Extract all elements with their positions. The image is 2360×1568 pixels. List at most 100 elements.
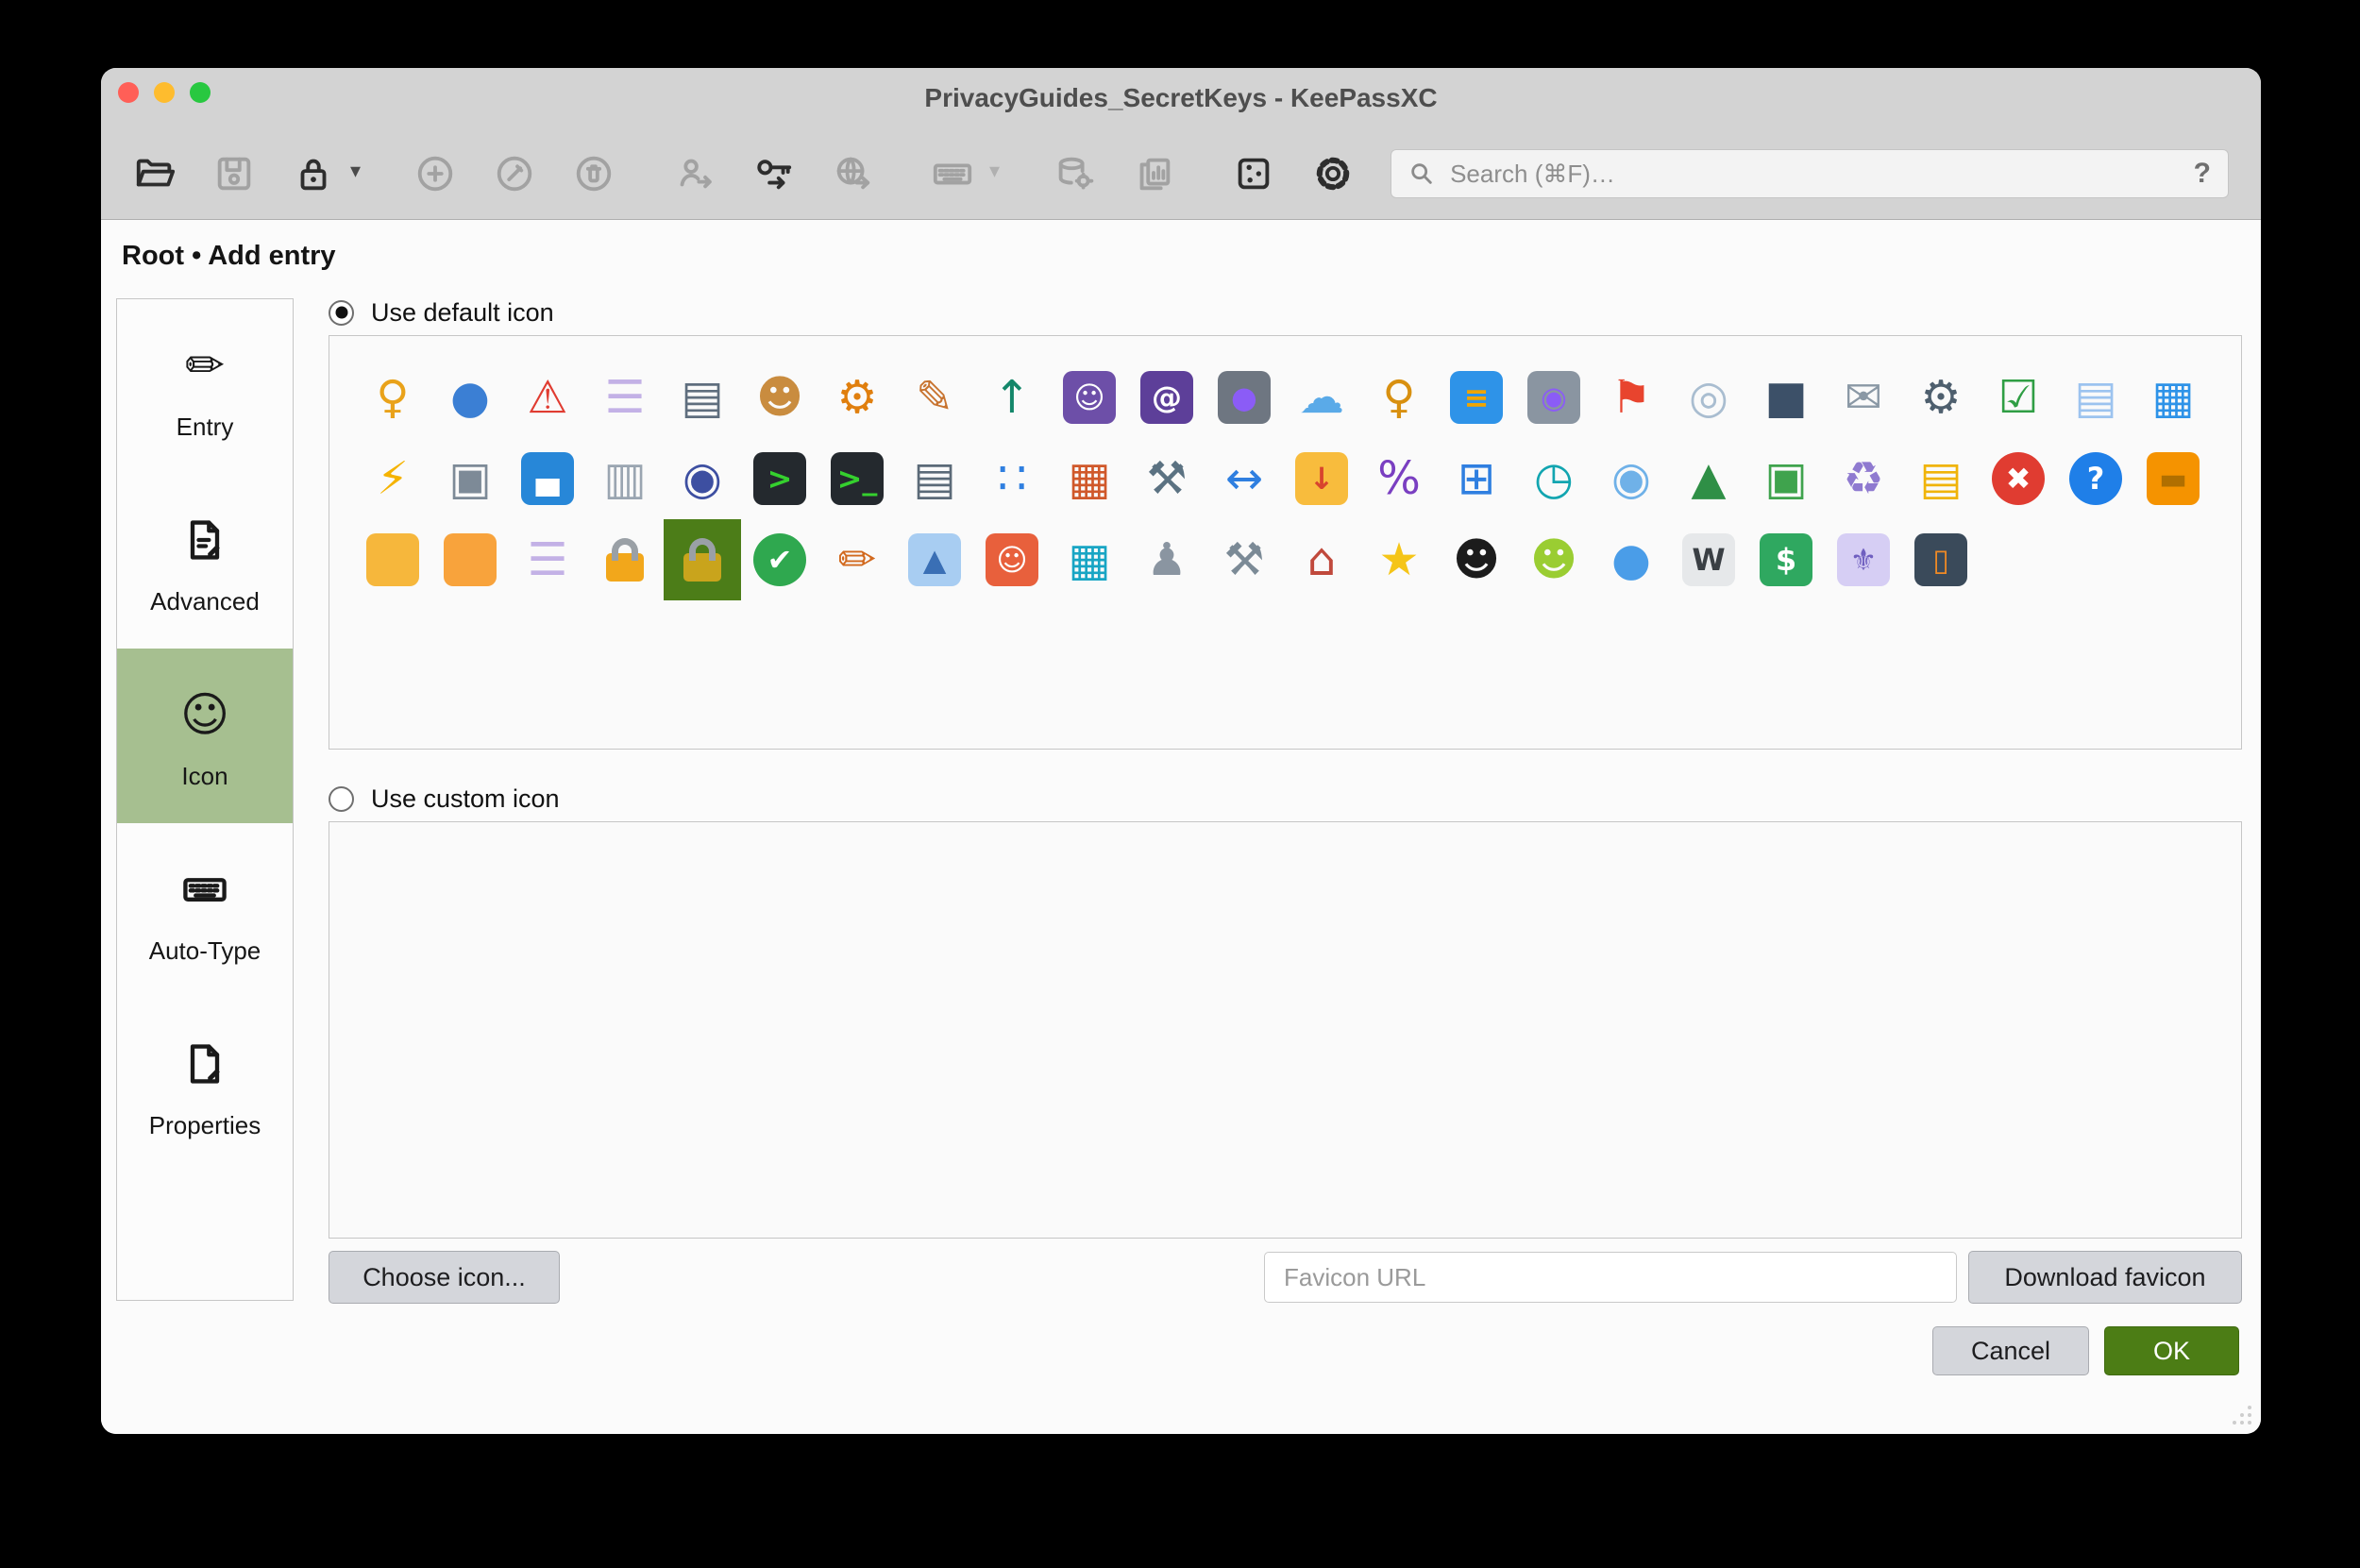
grid-icon-firewall[interactable]: ▦ [1051, 438, 1128, 519]
grid-icon-remote-desktop[interactable]: ↔ [1205, 438, 1283, 519]
grid-icon-package[interactable]: ▬ [2134, 438, 2212, 519]
grid-icon-recycle-bin[interactable]: ♻ [1825, 438, 1902, 519]
grid-icon-search[interactable]: ◉ [1593, 438, 1670, 519]
grid-icon-picture[interactable]: ▲ [896, 519, 973, 600]
edit-entry-button[interactable] [493, 152, 536, 195]
grid-icon-bookmark[interactable]: ⚑ [1593, 357, 1670, 438]
grid-icon-safe[interactable]: ▣ [431, 438, 509, 519]
grid-icon-lock[interactable] [664, 519, 741, 600]
grid-icon-star[interactable]: ★ [1360, 519, 1438, 600]
grid-icon-user[interactable]: ☻ [741, 357, 818, 438]
search-help-icon[interactable]: ? [2194, 158, 2211, 190]
sidebar-item-entry[interactable]: ✏ Entry [117, 299, 293, 474]
grid-icon-keyring[interactable]: ♀ [1360, 357, 1438, 438]
grid-icon-android[interactable]: ☻ [1515, 519, 1593, 600]
grid-icon-identity-card[interactable]: ☺ [1051, 357, 1128, 438]
radio-selected-icon[interactable] [329, 300, 354, 326]
grid-icon-warning[interactable]: ⚠ [509, 357, 586, 438]
grid-icon-folder-open[interactable] [431, 519, 509, 600]
database-settings-button[interactable] [1053, 152, 1096, 195]
sidebar-item-icon[interactable]: ☺ Icon [117, 649, 293, 823]
sidebar-item-properties[interactable]: Properties [117, 998, 293, 1172]
grid-icon-envelope[interactable]: ✉ [1825, 357, 1902, 438]
grid-icon-document[interactable]: ▤ [2057, 357, 2134, 438]
grid-icon-table[interactable]: ▦ [1051, 519, 1128, 600]
sidebar-item-autotype[interactable]: Auto-Type [117, 823, 293, 998]
grid-icon-pencil[interactable]: ✏ [818, 519, 896, 600]
use-custom-icon-radio[interactable]: Use custom icon [329, 782, 560, 816]
perform-autotype-button[interactable] [931, 152, 974, 195]
grid-icon-movie[interactable]: ◉ [664, 438, 741, 519]
grid-icon-help[interactable]: ? [2057, 438, 2134, 519]
grid-icon-server-key[interactable]: ☰ [509, 519, 586, 600]
grid-icon-windows[interactable]: ⊞ [1438, 438, 1515, 519]
autotype-dropdown-caret[interactable]: ▾ [989, 159, 1000, 183]
resize-grip[interactable] [2248, 1421, 2251, 1425]
grid-icon-tux[interactable]: ☻ [1438, 519, 1515, 600]
grid-icon-server-shield[interactable]: ☰ [586, 357, 664, 438]
grid-icon-floppy[interactable]: ▄ [509, 438, 586, 519]
application-settings-button[interactable] [1311, 152, 1355, 195]
grid-icon-scenery[interactable]: ▲ [1670, 438, 1747, 519]
grid-icon-plug[interactable]: ≡ [1438, 357, 1515, 438]
grid-icon-folder[interactable] [354, 519, 431, 600]
reports-button[interactable] [1132, 152, 1175, 195]
grid-icon-upload-arrow[interactable]: ↑ [973, 357, 1051, 438]
add-entry-button[interactable] [413, 152, 457, 195]
grid-icon-home[interactable]: ⌂ [1283, 519, 1360, 600]
grid-icon-browser-window[interactable]: ▦ [2134, 357, 2212, 438]
grid-icon-disc[interactable]: ◎ [1670, 357, 1747, 438]
save-database-button[interactable] [212, 152, 256, 195]
grid-icon-address-book[interactable]: ☺ [973, 519, 1051, 600]
ok-button[interactable]: OK [2104, 1326, 2239, 1375]
grid-icon-presenter[interactable]: ♟ [1128, 519, 1205, 600]
grid-icon-network-diagram[interactable]: ∷ [973, 438, 1051, 519]
use-default-icon-radio[interactable]: Use default icon [329, 295, 554, 329]
grid-icon-check[interactable]: ✔ [741, 519, 818, 600]
grid-icon-gear[interactable]: ⚙ [1902, 357, 1980, 438]
grid-icon-network-drive[interactable]: ▥ [586, 438, 664, 519]
cancel-button[interactable]: Cancel [1932, 1326, 2089, 1375]
grid-icon-world[interactable]: ● [431, 357, 509, 438]
grid-icon-task-check[interactable]: ☑ [1980, 357, 2057, 438]
delete-entry-button[interactable] [572, 152, 615, 195]
search-box[interactable]: ? [1391, 149, 2229, 198]
copy-password-button[interactable] [751, 152, 795, 195]
radio-unselected-icon[interactable] [329, 786, 354, 812]
download-favicon-button[interactable]: Download favicon [1968, 1251, 2242, 1304]
grid-icon-cancel[interactable]: ✖ [1980, 438, 2057, 519]
copy-url-button[interactable] [831, 152, 874, 195]
grid-icon-money[interactable]: $ [1747, 519, 1825, 600]
grid-icon-email[interactable]: @ [1128, 357, 1205, 438]
lock-databases-button[interactable] [292, 152, 335, 195]
grid-icon-apple[interactable]: ● [1593, 519, 1670, 600]
grid-icon-archive-folder[interactable]: ↓ [1283, 438, 1360, 519]
grid-icon-printer[interactable]: ▤ [896, 438, 973, 519]
grid-icon-certificate[interactable]: ⚜ [1825, 519, 1902, 600]
grid-icon-note[interactable]: ▤ [1902, 438, 1980, 519]
choose-icon-button[interactable]: Choose icon... [329, 1251, 560, 1304]
grid-icon-tools[interactable]: ⚒ [1205, 519, 1283, 600]
lock-dropdown-caret[interactable]: ▾ [350, 159, 361, 183]
grid-icon-percent[interactable]: % [1360, 438, 1438, 519]
grid-icon-console-key[interactable]: > [741, 438, 818, 519]
copy-username-button[interactable] [672, 152, 716, 195]
grid-icon-notepad-edit[interactable]: ✎ [896, 357, 973, 438]
password-generator-button[interactable] [1232, 152, 1275, 195]
grid-icon-clipboard[interactable]: ▤ [664, 357, 741, 438]
search-input[interactable] [1448, 159, 2194, 190]
grid-icon-smartphones[interactable]: ▯ [1902, 519, 1980, 600]
grid-icon-console[interactable]: >_ [818, 438, 896, 519]
grid-icon-lightning[interactable]: ⚡ [354, 438, 431, 519]
grid-icon-projector[interactable]: ◉ [1515, 357, 1593, 438]
sidebar-item-advanced[interactable]: Advanced [117, 474, 293, 649]
grid-icon-monitor[interactable]: ■ [1747, 357, 1825, 438]
grid-icon-wrench[interactable]: ⚒ [1128, 438, 1205, 519]
grid-icon-gears[interactable]: ⚙ [818, 357, 896, 438]
open-database-button[interactable] [133, 152, 177, 195]
grid-icon-clock[interactable]: ◷ [1515, 438, 1593, 519]
grid-icon-cloud[interactable]: ☁ [1283, 357, 1360, 438]
grid-icon-chip[interactable]: ▣ [1747, 438, 1825, 519]
grid-icon-wikipedia[interactable]: W [1670, 519, 1747, 600]
grid-icon-key[interactable]: ♀ [354, 357, 431, 438]
